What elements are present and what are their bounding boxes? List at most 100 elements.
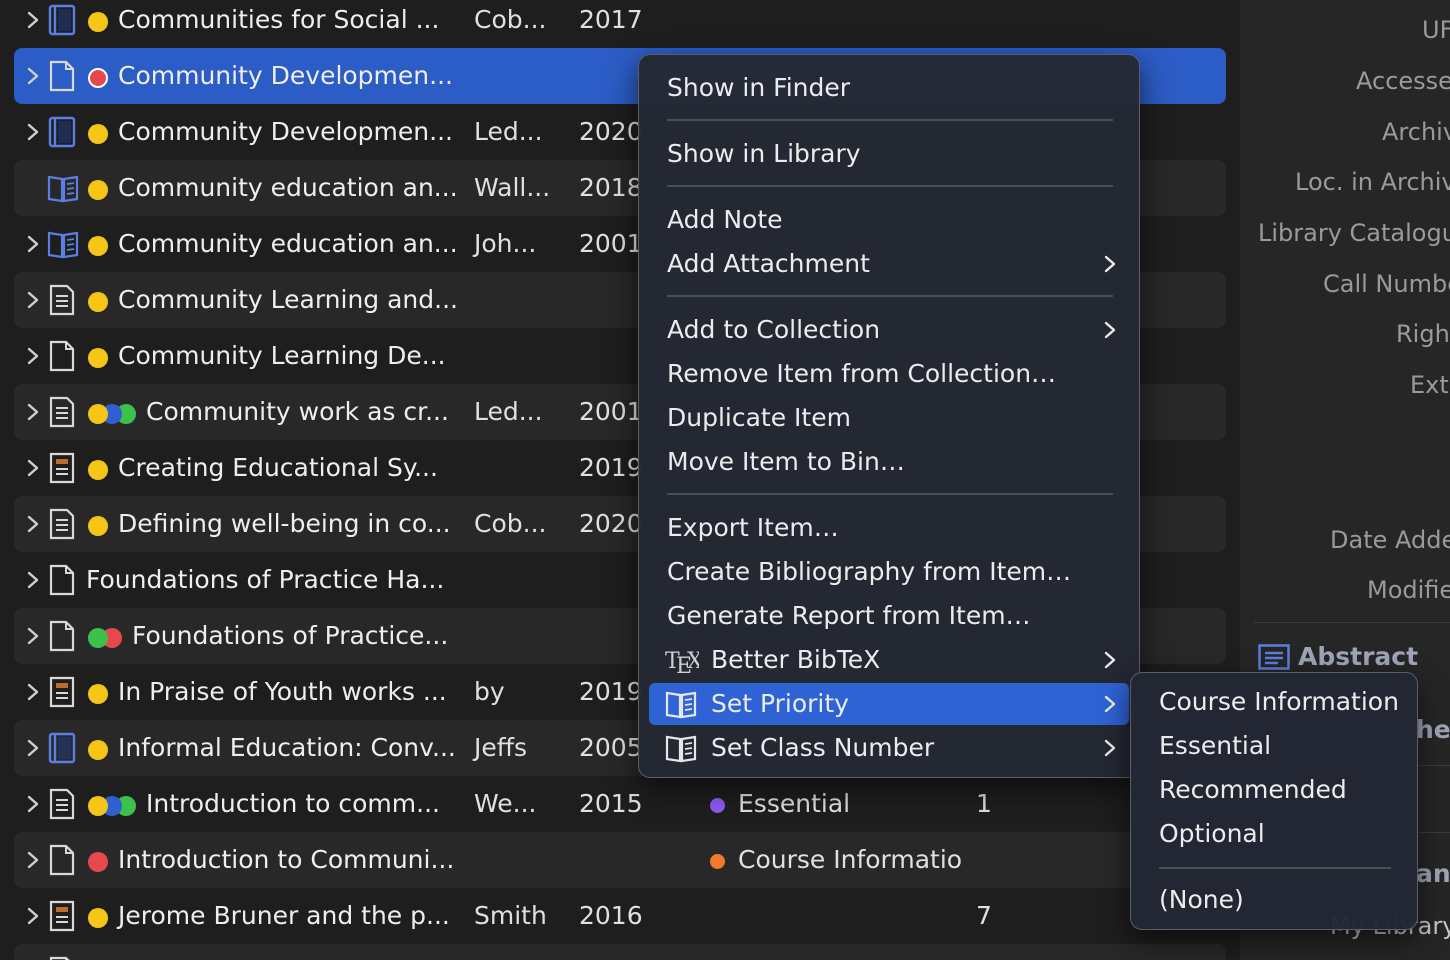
expand-chevron-icon[interactable] (22, 568, 44, 592)
priority-option-none[interactable]: (None) (1141, 879, 1407, 921)
item-creator: Smith (474, 901, 547, 930)
item-priority: Course Informatio (738, 845, 962, 874)
menu-item-set-priority[interactable]: Set Priority (649, 683, 1129, 725)
expand-chevron-icon[interactable] (22, 848, 44, 872)
expand-chevron-icon[interactable] (22, 400, 44, 424)
book-section-icon (47, 228, 79, 260)
item-year: 2019 (579, 677, 643, 706)
journal-article-icon (47, 396, 77, 428)
field-label-extra: Ext (1410, 371, 1449, 399)
menu-item-label: Show in Library (667, 139, 861, 168)
item-title: Informal Education: Conv... (118, 733, 456, 762)
item-creator: Cob... (474, 5, 547, 34)
item-year: 2015 (579, 789, 643, 818)
document-icon (47, 340, 77, 372)
color-tag-dot (88, 12, 108, 32)
menu-separator (1159, 867, 1391, 869)
submenu-chevron-icon (1103, 695, 1117, 713)
item-title: Community work as cr... (146, 397, 449, 426)
menu-item-create-bibliography-from-item[interactable]: Create Bibliography from Item… (649, 551, 1129, 593)
table-row[interactable]: Jerome Bruner and the p... Smith 2016 7 (14, 888, 1226, 944)
expand-chevron-icon[interactable] (22, 288, 44, 312)
table-row[interactable] (14, 944, 1226, 960)
context-menu: Show in Finder Show in Library Add Note Add… (638, 54, 1140, 778)
section-header-partial[interactable]: her (1416, 715, 1450, 744)
menu-item-add-attachment[interactable]: Add Attachment (649, 243, 1129, 285)
section-header-partial[interactable]: anc (1416, 859, 1450, 888)
item-title: Communities for Social ... (118, 5, 440, 34)
journal-article-icon (47, 284, 77, 316)
menu-item-better-bibtex[interactable]: T E X Better BibTeX (649, 639, 1129, 681)
menu-item-set-class-number[interactable]: Set Class Number (649, 727, 1129, 769)
menu-item-label: Move Item to Bin… (667, 447, 905, 476)
priority-option-essential[interactable]: Essential (1141, 725, 1407, 767)
priority-color-dot (710, 854, 725, 869)
table-row[interactable]: Introduction to comm... We... 2015 Essentia… (14, 776, 1226, 832)
book-icon (47, 116, 77, 148)
menu-item-duplicate-item[interactable]: Duplicate Item (649, 397, 1129, 439)
color-tag-dot (88, 796, 108, 816)
color-tag-dot (88, 740, 108, 760)
expand-chevron-icon[interactable] (22, 736, 44, 760)
expand-chevron-icon[interactable] (22, 680, 44, 704)
expand-chevron-icon[interactable] (22, 904, 44, 928)
tex-icon: TEX (665, 644, 703, 679)
expand-chevron-icon[interactable] (22, 344, 44, 368)
expand-chevron-icon[interactable] (22, 232, 44, 256)
submenu-chevron-icon (1103, 651, 1117, 669)
item-creator: Led... (474, 117, 543, 146)
menu-separator (667, 119, 1113, 121)
item-title: Foundations of Practice Ha... (86, 565, 445, 594)
item-creator: Led... (474, 397, 543, 426)
item-class-number: 7 (976, 901, 992, 930)
color-tag-dot (88, 124, 108, 144)
item-creator: Wall... (474, 173, 551, 202)
menu-item-show-in-finder[interactable]: Show in Finder (649, 67, 1129, 109)
journal-article-icon (47, 508, 77, 540)
priority-option-recommended[interactable]: Recommended (1141, 769, 1407, 811)
expand-chevron-icon[interactable] (22, 512, 44, 536)
menu-item-show-in-library[interactable]: Show in Library (649, 133, 1129, 175)
item-year: 2001 (579, 229, 643, 258)
item-creator: Cob... (474, 509, 547, 538)
priority-option-label: Essential (1159, 731, 1272, 760)
color-tag-dot (88, 292, 108, 312)
menu-separator (667, 295, 1113, 297)
abstract-section-header[interactable]: Abstract (1298, 642, 1418, 671)
menu-item-add-to-collection[interactable]: Add to Collection (649, 309, 1129, 351)
expand-chevron-icon[interactable] (22, 8, 44, 32)
menu-item-generate-report-from-item[interactable]: Generate Report from Item… (649, 595, 1129, 637)
menu-item-label: Better BibTeX (711, 645, 881, 674)
menu-item-label: Add Attachment (667, 249, 870, 278)
expand-chevron-icon[interactable] (22, 120, 44, 144)
expand-chevron-icon[interactable] (22, 64, 44, 88)
field-label-date-added: Date Adde (1330, 526, 1450, 554)
item-title: In Praise of Youth works ... (118, 677, 447, 706)
menu-separator (667, 185, 1113, 187)
menu-item-export-item[interactable]: Export Item… (649, 507, 1129, 549)
expand-chevron-icon[interactable] (22, 624, 44, 648)
menu-item-move-item-to-bin[interactable]: Move Item to Bin… (649, 441, 1129, 483)
menu-item-add-note[interactable]: Add Note (649, 199, 1129, 241)
priority-option-label: Course Information (1159, 687, 1399, 716)
menu-item-remove-item-from-collection[interactable]: Remove Item from Collection… (649, 353, 1129, 395)
menu-item-label: Remove Item from Collection… (667, 359, 1057, 388)
field-label-archive: Archiv (1382, 118, 1450, 146)
field-label-call-number: Call Numbe (1323, 270, 1450, 298)
priority-option-optional[interactable]: Optional (1141, 813, 1407, 855)
table-row[interactable]: Introduction to Communi... Course Informa… (14, 832, 1226, 888)
item-title: Community Learning De... (118, 341, 446, 370)
priority-option-course-information[interactable]: Course Information (1141, 681, 1407, 723)
book-open-icon (665, 688, 699, 720)
field-label-accessed: Accesse (1356, 67, 1450, 95)
abstract-icon (1258, 644, 1290, 670)
menu-item-label: Generate Report from Item… (667, 601, 1031, 630)
item-title: Creating Educational Sy... (118, 453, 438, 482)
color-tag-dot (88, 68, 108, 88)
table-row[interactable]: Communities for Social ... Cob... 2017 (14, 0, 1226, 48)
item-year: 2020 (579, 117, 643, 146)
expand-chevron-icon[interactable] (22, 456, 44, 480)
menu-item-label: Export Item… (667, 513, 839, 542)
menu-item-label: Add Note (667, 205, 783, 234)
expand-chevron-icon[interactable] (22, 792, 44, 816)
